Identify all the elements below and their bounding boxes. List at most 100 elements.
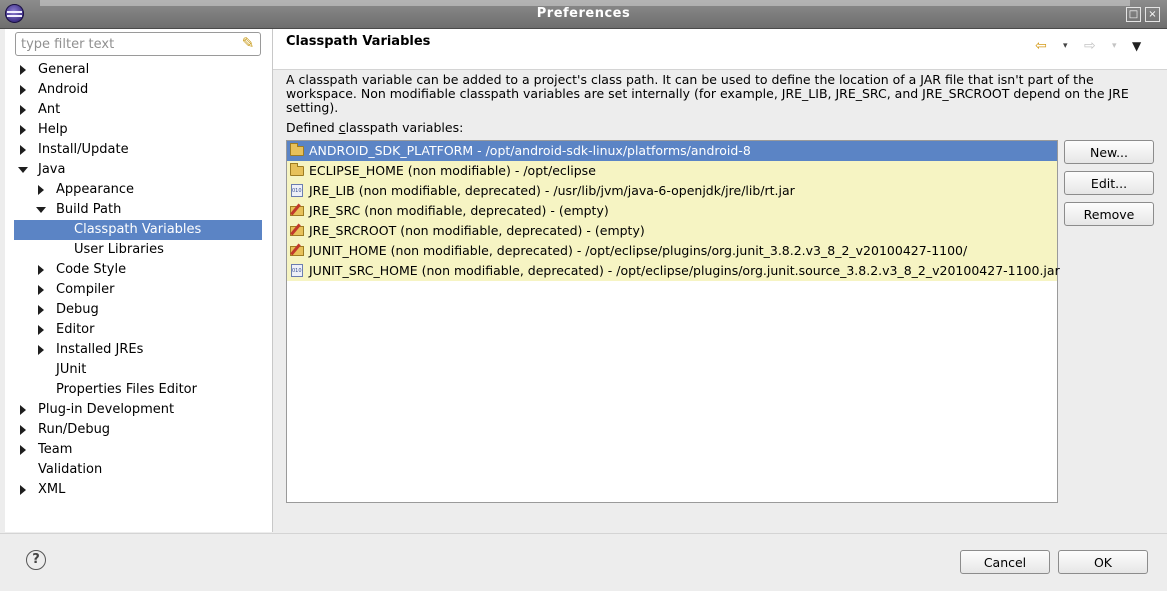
expanded-arrow-icon[interactable] (35, 200, 47, 220)
defined-label-rest: lasspath variables: (345, 120, 464, 135)
page-title: Classpath Variables (286, 34, 431, 49)
variable-row[interactable]: ECLIPSE_HOME (non modifiable) - /opt/ecl… (287, 161, 1057, 181)
collapsed-arrow-icon[interactable] (35, 280, 47, 300)
window-titlebar: Preferences □ × (0, 0, 1167, 29)
tree-item-label: Plug-in Development (38, 402, 175, 417)
jar-file-icon (290, 184, 306, 198)
filter-field[interactable]: ✎ (15, 32, 261, 56)
expanded-arrow-icon[interactable] (17, 160, 29, 180)
variable-row[interactable]: JRE_SRCROOT (non modifiable, deprecated)… (287, 221, 1057, 241)
window-title: Preferences (536, 6, 631, 21)
tree-item-classpath-variables[interactable]: Classpath Variables (14, 220, 262, 240)
variable-row[interactable]: JUNIT_SRC_HOME (non modifiable, deprecat… (287, 261, 1060, 281)
tree-item-label: General (38, 62, 90, 77)
defined-variables-label: Defined classpath variables: (286, 120, 463, 135)
tree-item-editor[interactable]: Editor (5, 320, 272, 340)
tree-item-label: Install/Update (38, 142, 129, 157)
collapsed-arrow-icon[interactable] (17, 60, 29, 80)
forward-menu-chevron-icon[interactable]: ▾ (1112, 38, 1117, 54)
tree-item-label: Java (38, 162, 66, 177)
classpath-variables-list[interactable]: ANDROID_SDK_PLATFORM - /opt/android-sdk-… (286, 140, 1060, 503)
tree-item-plug-in-development[interactable]: Plug-in Development (5, 400, 272, 420)
tree-item-installed-jres[interactable]: Installed JREs (5, 340, 272, 360)
tree-item-label: JUnit (56, 362, 87, 377)
collapsed-arrow-icon[interactable] (17, 480, 29, 500)
page-description: A classpath variable can be added to a p… (286, 72, 1129, 115)
collapsed-arrow-icon[interactable] (17, 100, 29, 120)
tree-item-label: Editor (56, 322, 95, 337)
new-button[interactable]: New... (1064, 140, 1154, 164)
collapsed-arrow-icon[interactable] (17, 80, 29, 100)
tree-item-label: Compiler (56, 282, 115, 297)
open-folder-icon (290, 163, 306, 178)
tree-item-label: Classpath Variables (74, 222, 202, 237)
tree-item-label: XML (38, 482, 66, 497)
preference-tree-pane: ✎ General Android Ant Help Install/Update Jav… (5, 29, 273, 532)
tree-item-label: Run/Debug (38, 422, 111, 437)
collapsed-arrow-icon[interactable] (17, 420, 29, 440)
ok-button[interactable]: OK (1058, 550, 1148, 574)
tree-item-user-libraries[interactable]: User Libraries (5, 240, 272, 260)
tree-item-label: User Libraries (74, 242, 164, 257)
close-icon[interactable]: × (1145, 7, 1160, 22)
tree-item-team[interactable]: Team (5, 440, 272, 460)
tree-item-install-update[interactable]: Install/Update (5, 140, 272, 160)
tree-item-compiler[interactable]: Compiler (5, 280, 272, 300)
tree-item-debug[interactable]: Debug (5, 300, 272, 320)
variable-text: ANDROID_SDK_PLATFORM - /opt/android-sdk-… (309, 143, 751, 158)
collapsed-arrow-icon[interactable] (35, 260, 47, 280)
collapsed-arrow-icon[interactable] (35, 300, 47, 320)
collapsed-arrow-icon[interactable] (17, 120, 29, 140)
cancel-button[interactable]: Cancel (960, 550, 1050, 574)
variable-row[interactable]: ANDROID_SDK_PLATFORM - /opt/android-sdk-… (287, 141, 1057, 161)
help-icon[interactable]: ? (26, 550, 46, 570)
variable-row[interactable]: JUNIT_HOME (non modifiable, deprecated) … (287, 241, 1057, 261)
tree-item-label: Installed JREs (56, 342, 144, 357)
tree-item-run-debug[interactable]: Run/Debug (5, 420, 272, 440)
collapsed-arrow-icon[interactable] (35, 320, 47, 340)
tree-item-label: Debug (56, 302, 99, 317)
back-arrow-icon[interactable]: ⇦ (1035, 38, 1047, 54)
remove-button[interactable]: Remove (1064, 202, 1154, 226)
collapsed-arrow-icon[interactable] (35, 340, 47, 360)
tree-item-label: Help (38, 122, 68, 137)
tree-item-properties-files-editor[interactable]: Properties Files Editor (5, 380, 272, 400)
defined-label-mnemonic: c (338, 120, 346, 135)
tree-item-android[interactable]: Android (5, 80, 272, 100)
tree-item-label: Code Style (56, 262, 127, 277)
collapsed-arrow-icon[interactable] (17, 440, 29, 460)
tree-item-label: Ant (38, 102, 61, 117)
tree-item-general[interactable]: General (5, 60, 272, 80)
collapsed-arrow-icon[interactable] (17, 140, 29, 160)
preference-page: Classpath Variables ⇦ ▾ ⇨ ▾ ▼ A classpat… (273, 29, 1167, 532)
tree-item-java[interactable]: Java (5, 160, 272, 180)
tree-item-xml[interactable]: XML (5, 480, 272, 500)
tree-item-ant[interactable]: Ant (5, 100, 272, 120)
preference-tree: General Android Ant Help Install/Update Java A… (5, 60, 272, 500)
variable-row[interactable]: JRE_SRC (non modifiable, deprecated) - (… (287, 201, 1057, 221)
tree-item-validation[interactable]: Validation (5, 460, 272, 480)
tree-item-help[interactable]: Help (5, 120, 272, 140)
tree-item-junit[interactable]: JUnit (5, 360, 272, 380)
back-menu-chevron-icon[interactable]: ▾ (1063, 38, 1068, 54)
variable-row[interactable]: JRE_LIB (non modifiable, deprecated) - /… (287, 181, 1057, 201)
filter-input[interactable] (19, 35, 233, 53)
forward-arrow-icon[interactable]: ⇨ (1084, 38, 1096, 54)
collapsed-arrow-icon[interactable] (35, 180, 47, 200)
edit-button[interactable]: Edit... (1064, 171, 1154, 195)
open-folder-icon (290, 143, 306, 158)
dialog-body: ✎ General Android Ant Help Install/Update Jav… (0, 29, 1167, 591)
collapsed-arrow-icon[interactable] (17, 400, 29, 420)
tree-item-appearance[interactable]: Appearance (5, 180, 272, 200)
clear-filter-icon[interactable]: ✎ (240, 35, 256, 52)
tree-item-code-style[interactable]: Code Style (5, 260, 272, 280)
edit-folder-icon (290, 224, 306, 238)
tree-item-label: Appearance (56, 182, 135, 197)
variable-text: JUNIT_HOME (non modifiable, deprecated) … (309, 243, 968, 258)
tree-item-build-path[interactable]: Build Path (5, 200, 272, 220)
maximize-icon[interactable]: □ (1126, 7, 1141, 22)
tree-item-label: Properties Files Editor (56, 382, 197, 397)
tree-item-label: Validation (38, 462, 103, 477)
dialog-button-bar: ? Cancel OK (0, 533, 1167, 591)
view-menu-icon[interactable]: ▼ (1132, 38, 1141, 54)
